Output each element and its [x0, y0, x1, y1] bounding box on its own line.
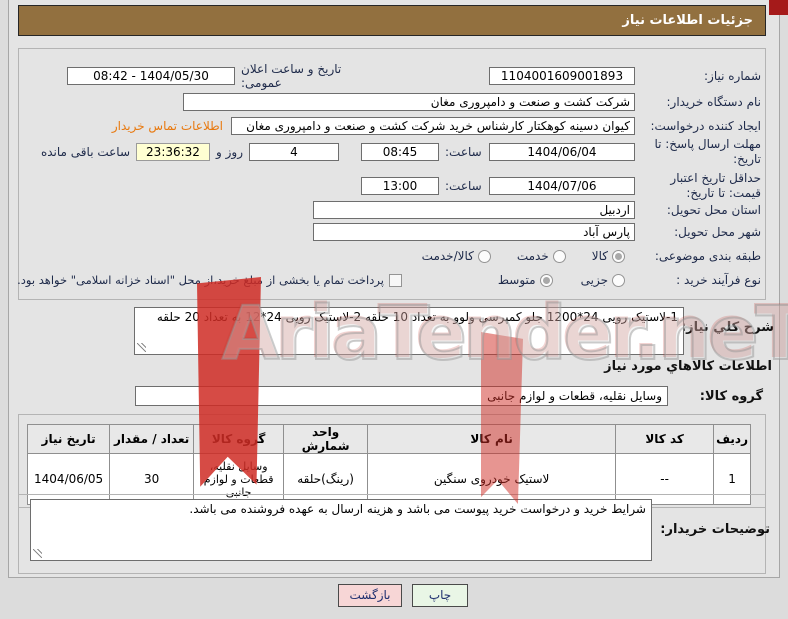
need-info-panel: شماره نیاز: 1104001609001893 تاریخ و ساع… — [17, 48, 766, 300]
page-title: جزئیات اطلاعات نیاز — [18, 5, 766, 36]
price-validity-time-field[interactable]: 13:00 — [361, 177, 439, 195]
countdown-timer: 23:36:32 — [136, 143, 210, 161]
radio-goods-service-label: کالا/خدمت — [421, 249, 474, 263]
goods-group-field[interactable]: وسایل نقلیه، قطعات و لوازم جانبی — [135, 386, 668, 406]
days-remaining-label: روز و — [216, 145, 243, 159]
buyer-notes-label: توضیحات خریدار: — [660, 522, 770, 537]
radio-minor[interactable] — [612, 273, 625, 287]
row-request-creator: ایجاد کننده درخواست: کیوان دسینه کوهکتار… — [23, 116, 761, 136]
col-need-date: تاریخ نیاز — [27, 424, 111, 454]
table-header-row: ردیف کد کالا نام کالا واحد شمارش گروه کا… — [27, 424, 751, 454]
goods-group-label: گروه کالا: — [699, 389, 763, 404]
city-label: شهر محل تحویل: — [674, 224, 761, 239]
price-validity-label: حداقل تاریخ اعتبار قیمت: تا تاریخ: — [670, 171, 761, 200]
description-text: 1-لاستیک رویی 24*1200 جلو کمپرسی ولوو به… — [156, 310, 678, 324]
province-field[interactable]: اردبیل — [313, 201, 635, 219]
announce-datetime-label: تاریخ و ساعت اعلان عمومی: — [241, 62, 342, 90]
days-remaining-field[interactable]: 4 — [249, 143, 339, 161]
col-row-number: ردیف — [713, 424, 751, 454]
price-validity-date-field[interactable]: 1404/07/06 — [489, 177, 635, 195]
price-validity-hour-label: ساعت: — [445, 179, 482, 193]
process-type-label: نوع فرآیند خرید : — [676, 272, 761, 287]
buyer-notes-textarea[interactable]: شرایط خرید و درخواست خرید پیوست می باشد … — [30, 499, 652, 561]
col-group: گروه کالا — [193, 424, 285, 454]
treasury-checkbox-label: پرداخت تمام یا بخشی از مبلغ خرید،از محل … — [17, 273, 384, 287]
row-city: شهر محل تحویل: پارس آباد — [23, 222, 761, 242]
row-reply-deadline: مهلت ارسال پاسخ: تا تاریخ: 1404/06/04 سا… — [23, 135, 761, 169]
tender-detail-page: { "header": { "title": "جزئیات اطلاعات ن… — [0, 0, 788, 619]
radio-minor-label: جزیی — [580, 273, 608, 287]
col-quantity: تعداد / مقدار — [109, 424, 195, 454]
row-province: استان محل تحویل: اردبیل — [23, 200, 761, 220]
resize-handle-icon[interactable] — [33, 549, 42, 558]
radio-goods-service[interactable] — [477, 249, 491, 263]
request-creator-field[interactable]: کیوان دسینه کوهکتار کارشناس خرید شرکت کش… — [231, 117, 635, 135]
radio-service-label: خدمت — [516, 249, 549, 263]
row-price-validity: حداقل تاریخ اعتبار قیمت: تا تاریخ: 1404/… — [23, 169, 761, 203]
print-button[interactable]: چاپ — [412, 584, 468, 607]
watermark-corner-mark — [769, 0, 788, 15]
buyer-notes-text: شرایط خرید و درخواست خرید پیوست می باشد … — [189, 502, 646, 516]
reply-deadline-label: مهلت ارسال پاسخ: تا تاریخ: — [654, 137, 761, 166]
countdown-label: ساعت باقی مانده — [40, 145, 130, 159]
resize-handle-icon[interactable] — [137, 343, 146, 352]
need-number-label: شماره نیاز: — [704, 68, 761, 83]
reply-deadline-date-field[interactable]: 1404/06/04 — [489, 143, 635, 161]
description-textarea[interactable]: 1-لاستیک رویی 24*1200 جلو کمپرسی ولوو به… — [134, 307, 684, 355]
treasury-checkbox[interactable] — [388, 273, 402, 287]
goods-table: ردیف کد کالا نام کالا واحد شمارش گروه کا… — [27, 424, 751, 505]
back-button[interactable]: بازگشت — [338, 584, 402, 607]
col-item-name: نام کالا — [367, 424, 617, 454]
row-need-number: شماره نیاز: 1104001609001893 تاریخ و ساع… — [23, 62, 761, 90]
request-creator-label: ایجاد کننده درخواست: — [650, 118, 761, 133]
buyer-org-label: نام دستگاه خریدار: — [666, 94, 762, 109]
city-field[interactable]: پارس آباد — [313, 223, 635, 241]
row-process-type: نوع فرآیند خرید : جزیی متوسط پرداخت تمام… — [17, 270, 761, 290]
reply-deadline-hour-label: ساعت: — [445, 145, 482, 159]
description-label: شرح کلي نیاز: — [680, 320, 774, 335]
announce-datetime-field[interactable]: 1404/05/30 - 08:42 — [67, 67, 235, 85]
radio-goods-label: کالا — [591, 249, 608, 263]
buyer-contact-link[interactable]: اطلاعات تماس خریدار — [112, 119, 223, 133]
subject-class-label: طبقه بندی موضوعی: — [654, 248, 761, 263]
radio-service[interactable] — [552, 249, 566, 263]
goods-section-title: اطلاعات کالاهاي مورد نیاز — [604, 359, 772, 374]
radio-goods[interactable] — [612, 249, 625, 263]
radio-medium[interactable] — [539, 273, 553, 287]
buyer-org-field[interactable]: شرکت کشت و صنعت و دامپروری مغان — [183, 93, 635, 111]
col-unit: واحد شمارش — [283, 424, 369, 454]
province-label: استان محل تحویل: — [666, 202, 761, 217]
row-buyer-org: نام دستگاه خریدار: شرکت کشت و صنعت و دام… — [23, 92, 761, 112]
reply-deadline-time-field[interactable]: 08:45 — [361, 143, 439, 161]
row-subject-class: طبقه بندی موضوعی: کالا خدمت کالا/خدمت — [23, 246, 761, 266]
col-item-code: کد کالا — [615, 424, 715, 454]
radio-medium-label: متوسط — [497, 273, 536, 287]
need-number-field[interactable]: 1104001609001893 — [489, 67, 635, 85]
